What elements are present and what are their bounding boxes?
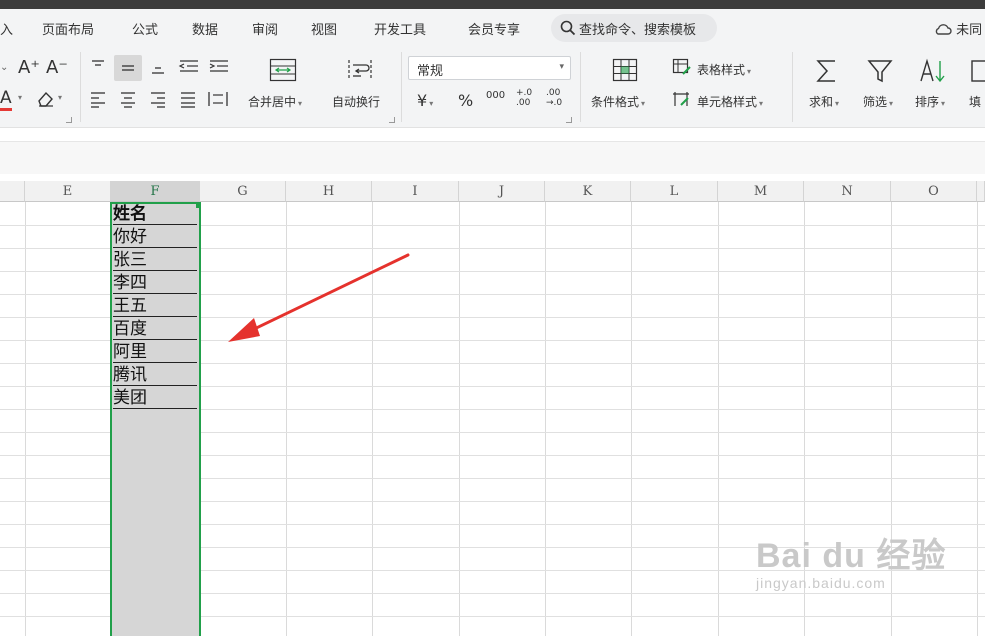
- column-header[interactable]: J: [459, 181, 545, 202]
- column-header[interactable]: L: [631, 181, 718, 202]
- sort-icon[interactable]: [918, 57, 948, 85]
- ribbon-separator: [792, 52, 793, 122]
- column-header-p[interactable]: [977, 181, 985, 202]
- selection-border: [110, 202, 201, 636]
- number-format-select[interactable]: 常规 ▾: [408, 56, 571, 80]
- sort-label: 排序: [915, 95, 940, 109]
- font-increase-button[interactable]: A⁺: [18, 57, 40, 78]
- font-group-launcher[interactable]: [66, 117, 72, 123]
- merge-center-label: 合并居中: [248, 95, 297, 109]
- ribbon-separator: [80, 52, 81, 122]
- column-header[interactable]: I: [372, 181, 459, 202]
- conditional-format-icon[interactable]: [612, 58, 638, 82]
- cloud-icon: [935, 24, 952, 35]
- align-center-icon[interactable]: [119, 90, 137, 108]
- filter-button[interactable]: 筛选 ▾: [863, 93, 893, 110]
- menu-formulas[interactable]: 公式: [132, 19, 158, 38]
- filter-icon[interactable]: [866, 57, 894, 85]
- menu-page-layout[interactable]: 页面布局: [42, 19, 94, 38]
- filter-label: 筛选: [863, 95, 888, 109]
- baidu-watermark: Bai du 经验 jingyan.baidu.com: [756, 528, 946, 591]
- percent-button[interactable]: %: [458, 91, 473, 110]
- search-placeholder: 查找命令、搜索模板: [579, 23, 697, 38]
- ribbon-separator: [580, 52, 581, 122]
- align-group-launcher[interactable]: [389, 117, 395, 123]
- menu-member[interactable]: 会员专享: [468, 19, 520, 38]
- cell-style-icon[interactable]: [672, 90, 692, 108]
- eraser-icon[interactable]: [36, 90, 56, 108]
- table-style-button[interactable]: 表格样式 ▾: [697, 61, 751, 78]
- cell-style-button[interactable]: 单元格样式 ▾: [697, 93, 763, 110]
- wrap-text-button[interactable]: 自动换行: [332, 93, 380, 110]
- decrease-indent-icon[interactable]: [178, 58, 200, 76]
- menu-insert[interactable]: 入: [0, 19, 13, 38]
- font-color-swatch: [0, 108, 12, 111]
- conditional-format-button[interactable]: 条件格式 ▾: [591, 93, 645, 110]
- increase-indent-icon[interactable]: [208, 58, 230, 76]
- sum-button[interactable]: 求和 ▾: [809, 93, 839, 110]
- justify-icon[interactable]: [179, 90, 197, 108]
- window-top-bar: [0, 0, 985, 9]
- fill-button[interactable]: 填: [969, 93, 981, 110]
- column-header[interactable]: M: [718, 181, 804, 202]
- search-icon: [560, 20, 576, 36]
- column-header-selected[interactable]: F: [111, 181, 200, 202]
- ribbon-separator: [401, 52, 402, 122]
- search-box[interactable]: 查找命令、搜索模板: [551, 14, 717, 42]
- table-style-icon[interactable]: [672, 58, 692, 76]
- column-header[interactable]: K: [545, 181, 631, 202]
- number-format-value: 常规: [417, 64, 444, 79]
- menu-view[interactable]: 视图: [311, 19, 337, 38]
- column-header[interactable]: G: [200, 181, 286, 202]
- table-style-label: 表格样式: [697, 63, 746, 77]
- wrap-text-icon[interactable]: [346, 58, 374, 82]
- chevron-down-icon: ▾: [559, 62, 564, 72]
- fill-icon[interactable]: [970, 57, 985, 85]
- distributed-align-icon[interactable]: [207, 90, 229, 108]
- merge-center-icon[interactable]: [269, 58, 297, 82]
- align-left-icon[interactable]: [89, 90, 107, 108]
- align-middle-button[interactable]: [114, 55, 142, 81]
- column-header[interactable]: E: [25, 181, 111, 202]
- font-decrease-button[interactable]: A⁻: [46, 57, 68, 78]
- align-right-icon[interactable]: [149, 90, 167, 108]
- watermark-url: jingyan.baidu.com: [756, 575, 886, 591]
- currency-label: ¥: [417, 91, 428, 110]
- cloud-status-text: 未同: [956, 23, 983, 38]
- menu-developer[interactable]: 开发工具: [374, 19, 426, 38]
- thousands-separator-button[interactable]: 000: [486, 90, 505, 101]
- fill-handle[interactable]: [196, 203, 201, 208]
- conditional-format-label: 条件格式: [591, 95, 640, 109]
- align-bottom-icon[interactable]: [149, 58, 167, 76]
- red-arrow-annotation: [228, 253, 410, 342]
- column-header-d[interactable]: [0, 181, 25, 202]
- cloud-sync-status[interactable]: 未同: [934, 19, 982, 38]
- align-top-icon[interactable]: [89, 58, 107, 74]
- currency-button[interactable]: ¥ ▾: [417, 91, 433, 110]
- decrease-decimal-button[interactable]: .00 →.0: [546, 88, 568, 108]
- merge-center-button[interactable]: 合并居中 ▾: [248, 93, 302, 110]
- menu-review[interactable]: 审阅: [252, 19, 278, 38]
- cell-style-label: 单元格样式: [697, 95, 758, 109]
- watermark-logo-text: Bai du 经验: [756, 537, 947, 575]
- font-dropdown-caret[interactable]: ⌄: [0, 62, 8, 73]
- font-color-button[interactable]: A: [0, 88, 14, 112]
- menu-data[interactable]: 数据: [192, 19, 218, 38]
- eraser-caret[interactable]: ▾: [58, 93, 62, 102]
- increase-decimal-button[interactable]: +.0 .00: [516, 88, 538, 108]
- sum-icon[interactable]: [814, 57, 840, 85]
- font-color-caret[interactable]: ▾: [18, 93, 22, 102]
- formula-bar[interactable]: [0, 141, 985, 174]
- sum-label: 求和: [809, 95, 834, 109]
- number-group-launcher[interactable]: [566, 117, 572, 123]
- column-header[interactable]: O: [891, 181, 977, 202]
- align-middle-icon: [122, 65, 134, 71]
- sort-button[interactable]: 排序 ▾: [915, 93, 945, 110]
- column-header[interactable]: H: [286, 181, 372, 202]
- column-header[interactable]: N: [804, 181, 891, 202]
- menu-bar: 入 页面布局 公式 数据 审阅 视图 开发工具 会员专享 查找命令、搜索模板 未…: [0, 9, 985, 47]
